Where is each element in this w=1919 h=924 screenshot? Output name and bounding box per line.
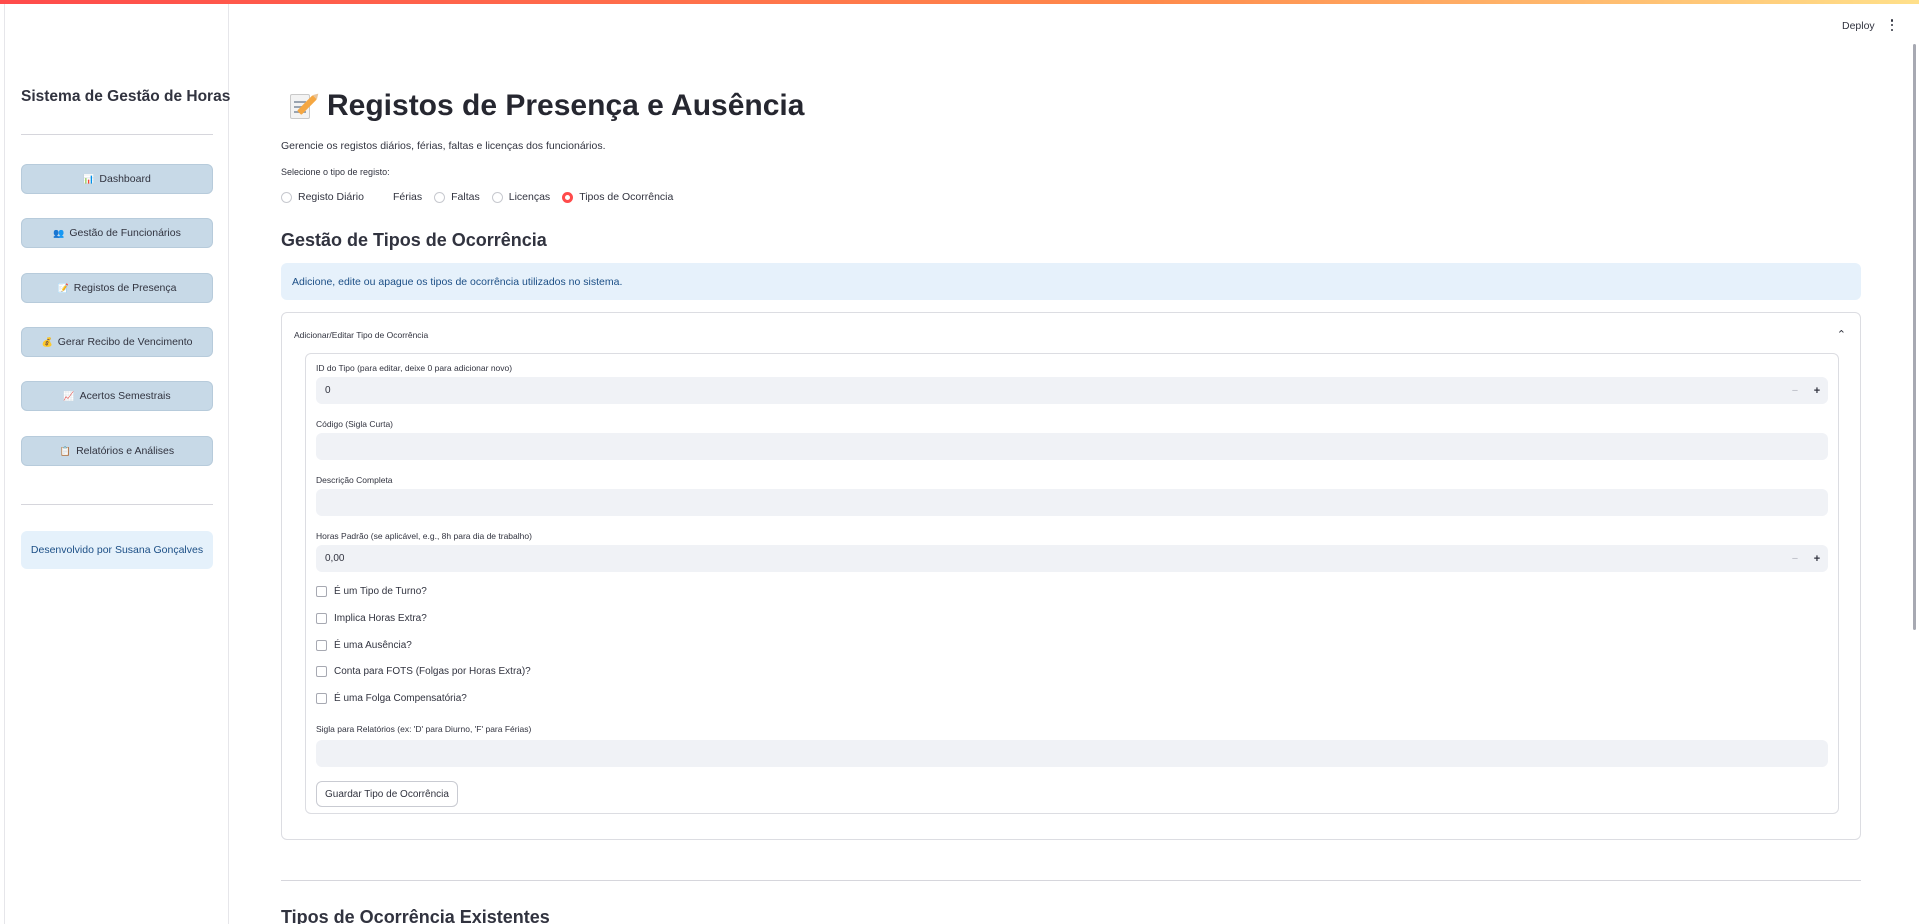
money-bag-icon: 💰 <box>41 336 53 347</box>
radio-group-label: Selecione o tipo de registo: <box>281 167 390 177</box>
sidebar-footer-info: Desenvolvido por Susana Gonçalves <box>21 531 213 569</box>
codigo-input[interactable] <box>316 433 1828 460</box>
clipboard-icon: 📋 <box>59 445 72 456</box>
increment-button[interactable]: + <box>1806 377 1828 404</box>
decrement-button[interactable]: − <box>1784 545 1806 572</box>
sidebar-item-label: Relatórios e Análises <box>76 445 175 457</box>
checkbox-box[interactable] <box>316 640 327 651</box>
radio-label: Registo Diário <box>298 191 364 203</box>
checkbox-box[interactable] <box>316 666 327 677</box>
decrement-button[interactable]: − <box>1784 377 1806 404</box>
sidebar-item-label: Gestão de Funcionários <box>69 227 181 239</box>
scrollbar[interactable] <box>1913 44 1916 630</box>
memo-icon: 📝 <box>57 282 69 293</box>
horas-number-value: 0,00 <box>325 553 345 564</box>
sidebar-item-label: Dashboard <box>99 173 151 185</box>
page-subtitle: Gerencie os registos diários, férias, fa… <box>281 140 606 152</box>
radio-label: Férias <box>392 191 423 203</box>
section-divider <box>281 880 1861 881</box>
top-decoration-bar <box>0 0 1919 4</box>
checkbox-label: É uma Ausência? <box>334 640 412 651</box>
bar-chart-icon: 📊 <box>83 173 95 184</box>
checkbox-label: Conta para FOTS (Folgas por Horas Extra)… <box>334 666 531 677</box>
info-alert: Adicione, edite ou apague os tipos de oc… <box>281 263 1861 300</box>
horas-field-label: Horas Padrão (se aplicável, e.g., 8h par… <box>316 531 532 541</box>
sidebar-item-label: Registos de Presença <box>73 282 177 294</box>
expander-panel: Adicionar/Editar Tipo de Ocorrência ⌃ ID… <box>281 312 1861 840</box>
app-window: Sistema de Gestão de Horas 📊 Dashboard 👥… <box>0 0 1919 924</box>
radio-dot <box>434 191 446 203</box>
memo-icon <box>287 91 317 121</box>
checkbox-box[interactable] <box>316 693 327 704</box>
checkbox-folga-compensatoria[interactable]: É uma Folga Compensatória? <box>316 693 467 704</box>
radio-ferias[interactable]: Férias <box>375 191 423 203</box>
checkbox-horas-extra[interactable]: Implica Horas Extra? <box>316 613 427 624</box>
checkbox-tipo-turno[interactable]: É um Tipo de Turno? <box>316 586 427 597</box>
radio-label: Tipos de Ocorrência <box>579 191 674 203</box>
checkbox-box[interactable] <box>316 586 327 597</box>
radio-label: Faltas <box>451 191 480 203</box>
id-number-input[interactable]: 0 − + <box>316 377 1828 404</box>
sidebar-item-funcionarios[interactable]: 👥 Gestão de Funcionários <box>21 218 213 248</box>
sidebar-item-label: Gerar Recibo de Vencimento <box>57 336 193 348</box>
page-title-text: Registos de Presença e Ausência <box>327 89 805 122</box>
record-type-radio-group: Registo Diário Férias Faltas Licenças Ti… <box>281 191 685 203</box>
sidebar-title: Sistema de Gestão de Horas <box>21 88 231 105</box>
sidebar: Sistema de Gestão de Horas 📊 Dashboard 👥… <box>4 4 231 924</box>
sidebar-divider-top <box>21 134 213 135</box>
page-title: Registos de Presença e Ausência <box>287 89 804 123</box>
checkbox-fots[interactable]: Conta para FOTS (Folgas por Horas Extra)… <box>316 666 531 677</box>
radio-faltas[interactable]: Faltas <box>434 191 480 203</box>
sidebar-divider-bottom <box>21 504 213 505</box>
sigla-input[interactable] <box>316 740 1828 767</box>
radio-dot <box>281 191 292 203</box>
checkbox-label: É um Tipo de Turno? <box>334 586 427 597</box>
codigo-field-label: Código (Sigla Curta) <box>316 419 394 429</box>
chevron-up-icon[interactable]: ⌃ <box>1837 328 1846 341</box>
radio-registo-diario[interactable]: Registo Diário <box>281 191 364 203</box>
descricao-input[interactable] <box>316 489 1828 516</box>
trend-chart-icon: 📈 <box>63 390 75 401</box>
occurrence-type-form: ID do Tipo (para editar, deixe 0 para ad… <box>305 353 1839 814</box>
horas-number-input[interactable]: 0,00 − + <box>316 545 1828 572</box>
radio-dot <box>491 191 503 203</box>
sidebar-item-recibo[interactable]: 💰 Gerar Recibo de Vencimento <box>21 327 213 357</box>
checkbox-label: É uma Folga Compensatória? <box>334 693 467 704</box>
deploy-button[interactable]: Deploy <box>1842 20 1875 32</box>
sigla-field-label: Sigla para Relatórios (ex: 'D' para Diur… <box>316 724 532 734</box>
radio-licencas[interactable]: Licenças <box>491 191 551 203</box>
sidebar-item-relatorios[interactable]: 📋 Relatórios e Análises <box>21 436 213 466</box>
descricao-field-label: Descrição Completa <box>316 475 393 485</box>
checkbox-label: Implica Horas Extra? <box>334 613 427 624</box>
save-occurrence-type-button[interactable]: Guardar Tipo de Ocorrência <box>316 781 458 807</box>
sidebar-item-label: Acertos Semestrais <box>79 390 171 402</box>
id-number-value: 0 <box>325 385 331 396</box>
expander-title[interactable]: Adicionar/Editar Tipo de Ocorrência <box>294 330 428 340</box>
sidebar-item-registos[interactable]: 📝 Registos de Presença <box>21 273 213 303</box>
users-icon: 👥 <box>53 227 65 238</box>
radio-label: Licenças <box>508 191 551 203</box>
checkbox-ausencia[interactable]: É uma Ausência? <box>316 640 412 651</box>
radio-dot <box>375 191 387 203</box>
kebab-menu-icon[interactable] <box>1888 18 1896 32</box>
checkbox-box[interactable] <box>316 613 327 624</box>
existing-types-title: Tipos de Ocorrência Existentes <box>281 907 550 924</box>
sidebar-item-dashboard[interactable]: 📊 Dashboard <box>21 164 213 194</box>
id-field-label: ID do Tipo (para editar, deixe 0 para ad… <box>316 363 513 373</box>
section-title: Gestão de Tipos de Ocorrência <box>281 230 547 250</box>
radio-dot-selected <box>562 191 574 203</box>
radio-tipos-ocorrencia[interactable]: Tipos de Ocorrência <box>562 191 673 203</box>
sidebar-item-acertos[interactable]: 📈 Acertos Semestrais <box>21 381 213 411</box>
increment-button[interactable]: + <box>1806 545 1828 572</box>
